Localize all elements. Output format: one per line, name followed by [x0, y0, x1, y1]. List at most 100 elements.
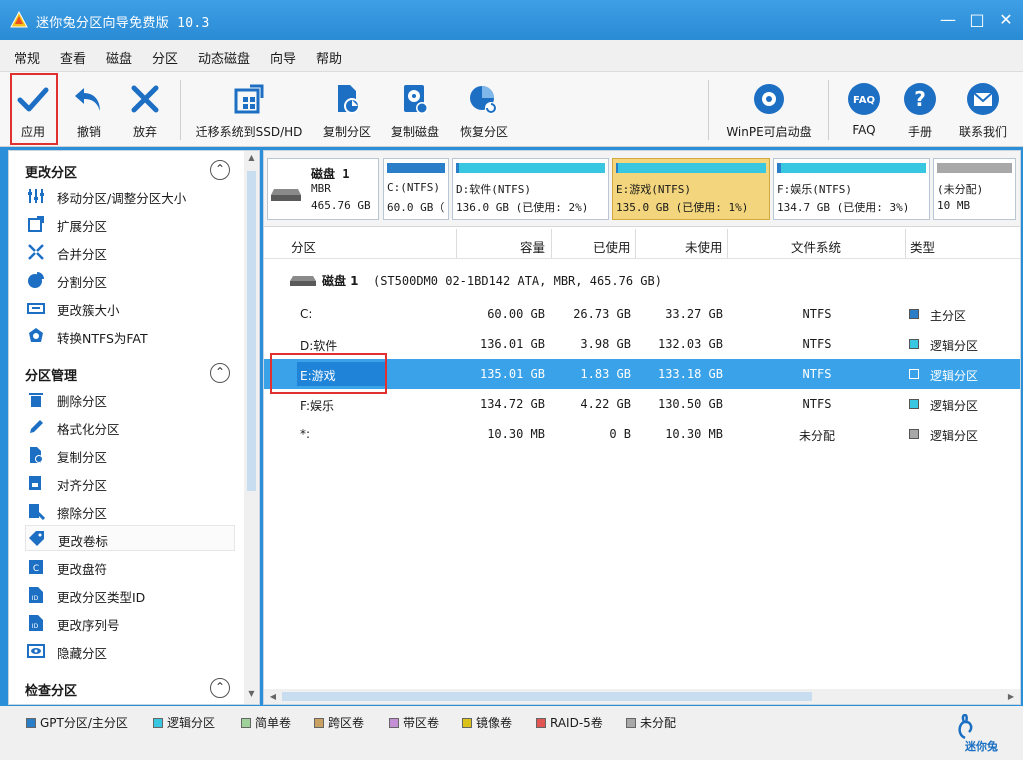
menu-wizard[interactable]: 向导: [270, 48, 296, 67]
sidebar-item-extend[interactable]: 扩展分区: [25, 211, 235, 237]
column-header-type[interactable]: 类型: [910, 237, 935, 256]
manual-button[interactable]: ? 手册: [896, 72, 944, 147]
legend-item: RAID-5卷: [536, 714, 603, 731]
sidebar-item-format[interactable]: 格式化分区: [25, 414, 235, 440]
faq-icon: FAQ: [848, 83, 880, 115]
copy-disk-button[interactable]: 复制磁盘: [386, 72, 444, 147]
copy-partition-icon: [30, 447, 43, 463]
column-divider[interactable]: [905, 229, 906, 259]
legend-item: 逻辑分区: [153, 714, 215, 731]
scroll-down-arrow-icon[interactable]: ▼: [244, 689, 259, 703]
column-header-filesystem[interactable]: 文件系统: [791, 237, 841, 256]
discard-button[interactable]: 放弃: [122, 72, 168, 147]
legend-item: 带区卷: [389, 714, 439, 731]
undo-icon: [75, 88, 100, 111]
menu-help[interactable]: 帮助: [316, 48, 342, 67]
partition-block-unallocated[interactable]: (未分配) 10 MB: [933, 158, 1016, 220]
sidebar-item-change-label[interactable]: 更改卷标: [25, 525, 235, 551]
partition-block-d[interactable]: D:软件(NTFS) 136.0 GB (已使用: 2%): [452, 158, 609, 220]
disk-row[interactable]: 磁盘 1 (ST500DM0 02-1BD142 ATA, MBR, 465.7…: [264, 264, 1020, 294]
migrate-os-icon: [234, 84, 264, 114]
sidebar-item-change-serial[interactable]: ID 更改序列号: [25, 610, 235, 636]
close-button[interactable]: ✕: [996, 10, 1016, 30]
column-divider[interactable]: [456, 229, 457, 259]
svg-text:?: ?: [914, 87, 926, 111]
sidebar-item-wipe[interactable]: 擦除分区: [25, 498, 235, 524]
minimize-button[interactable]: —: [938, 10, 958, 30]
type-color-swatch: [909, 309, 919, 319]
cluster-size-icon: [27, 303, 45, 314]
sidebar-item-align[interactable]: 对齐分区: [25, 470, 235, 496]
tag-icon: [29, 531, 44, 546]
table-horizontal-scrollbar[interactable]: ◀ ▶: [264, 689, 1020, 704]
column-header-capacity[interactable]: 容量: [520, 237, 545, 256]
copy-partition-button[interactable]: 复制分区: [316, 72, 378, 147]
table-row[interactable]: *: 10.30 MB 0 B 10.30 MB 未分配 逻辑分区: [264, 419, 1020, 449]
table-row[interactable]: C: 60.00 GB 26.73 GB 33.27 GB NTFS 主分区: [264, 299, 1020, 329]
column-divider[interactable]: [727, 229, 728, 259]
legend-swatch: [389, 718, 399, 728]
sidebar-item-delete[interactable]: 删除分区: [25, 386, 235, 412]
brand-logo: 迷你兔: [955, 714, 1017, 754]
collapse-check-partition-button[interactable]: ⌃: [210, 678, 230, 698]
legend-swatch: [626, 718, 636, 728]
sidebar-item-change-letter[interactable]: C 更改盘符: [25, 554, 235, 580]
menu-general[interactable]: 常规: [14, 48, 40, 67]
merge-icon: [28, 244, 44, 260]
column-divider[interactable]: [635, 229, 636, 259]
maximize-button[interactable]: □: [967, 10, 987, 30]
column-header-partition[interactable]: 分区: [291, 237, 316, 256]
column-divider[interactable]: [551, 229, 552, 259]
sidebar-item-convert-ntfs-fat[interactable]: 转换NTFS为FAT: [25, 323, 235, 349]
faq-button[interactable]: FAQ FAQ: [840, 72, 888, 147]
usage-bar: [937, 163, 1012, 173]
resize-icon: [28, 189, 44, 203]
partition-block-e[interactable]: E:游戏(NTFS) 135.0 GB (已使用: 1%): [612, 158, 770, 220]
scroll-up-arrow-icon[interactable]: ▲: [244, 153, 259, 167]
sidebar-item-move-resize[interactable]: 移动分区/调整分区大小: [25, 183, 235, 209]
column-header-unused[interactable]: 未使用: [685, 237, 723, 256]
sidebar-item-merge[interactable]: 合并分区: [25, 239, 235, 265]
partition-block-f[interactable]: F:娱乐(NTFS) 134.7 GB (已使用: 3%): [773, 158, 930, 220]
sidebar-item-change-type-id[interactable]: ID 更改分区类型ID: [25, 582, 235, 608]
drive-letter-icon: C: [29, 560, 43, 574]
collapse-change-partition-button[interactable]: ⌃: [210, 160, 230, 180]
disk-map: 磁盘 1 MBR 465.76 GB C:(NTFS) 60.0 GB（ D:软…: [264, 151, 1020, 227]
legend-item: 跨区卷: [314, 714, 364, 731]
svg-text:ID: ID: [32, 623, 39, 630]
scroll-thumb[interactable]: [247, 171, 256, 491]
scroll-right-arrow-icon[interactable]: ▶: [1004, 689, 1018, 704]
copy-partition-icon: [338, 85, 360, 114]
sidebar-scrollbar[interactable]: ▲ ▼: [244, 151, 259, 704]
scroll-left-arrow-icon[interactable]: ◀: [266, 689, 280, 704]
section-title-partition-management: 分区管理: [25, 369, 78, 384]
disk-card[interactable]: 磁盘 1 MBR 465.76 GB: [267, 158, 379, 220]
toolbar-separator: [180, 80, 181, 140]
menu-view[interactable]: 查看: [60, 48, 86, 67]
recover-partition-button[interactable]: 恢复分区: [455, 72, 513, 147]
legend-swatch: [536, 718, 546, 728]
legend-swatch: [314, 718, 324, 728]
bootable-disc-icon: [754, 84, 784, 114]
sidebar-item-copy[interactable]: 复制分区: [25, 442, 235, 468]
menu-dynamic-disk[interactable]: 动态磁盘: [198, 48, 250, 67]
scroll-thumb[interactable]: [282, 692, 812, 701]
winpe-bootable-button[interactable]: WinPE可启动盘: [722, 72, 816, 147]
table-header: 分区 容量 已使用 未使用 文件系统 类型: [264, 229, 1020, 259]
menu-partition[interactable]: 分区: [152, 48, 178, 67]
contact-us-button[interactable]: 联系我们: [952, 72, 1014, 147]
sidebar-item-hide[interactable]: 隐藏分区: [25, 638, 235, 664]
column-header-used[interactable]: 已使用: [593, 237, 631, 256]
bunny-logo-icon: [958, 714, 973, 740]
migrate-os-button[interactable]: 迁移系统到SSD/HD: [193, 72, 305, 147]
hard-disk-icon: [271, 189, 301, 201]
sidebar-item-split[interactable]: 分割分区: [25, 267, 235, 293]
usage-bar: [616, 163, 766, 173]
sidebar-item-cluster-size[interactable]: 更改簇大小: [25, 295, 235, 321]
toolbar-separator: [708, 80, 709, 140]
partition-block-c[interactable]: C:(NTFS) 60.0 GB（: [383, 158, 449, 220]
collapse-partition-management-button[interactable]: ⌃: [210, 363, 230, 383]
selected-row-highlight: [270, 353, 387, 394]
menu-disk[interactable]: 磁盘: [106, 48, 132, 67]
undo-button[interactable]: 撤销: [66, 72, 112, 147]
